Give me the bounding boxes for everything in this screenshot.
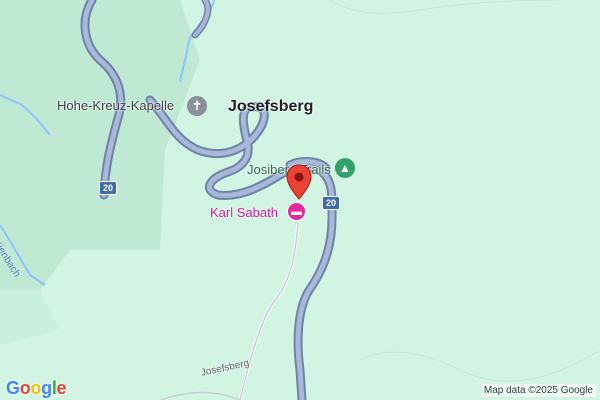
town-label[interactable]: Josefsberg <box>228 98 313 116</box>
map-canvas[interactable]: 20 20 Hohe-Kreuz-Kapelle ✝ Josefsberg Jo… <box>0 0 600 400</box>
map-attribution[interactable]: Map data ©2025 Google <box>480 384 596 397</box>
logo-letter: G <box>6 378 20 398</box>
hotel-label[interactable]: Karl Sabath <box>210 205 278 220</box>
location-pin-icon[interactable] <box>286 164 312 200</box>
map-base-layer <box>0 0 600 400</box>
google-logo[interactable]: Google <box>6 378 67 399</box>
bed-icon[interactable]: ▬ <box>287 202 306 221</box>
logo-letter: g <box>41 378 52 398</box>
logo-letter: o <box>19 378 31 398</box>
pine-tree-icon[interactable]: ▲ <box>335 158 355 178</box>
chapel-label[interactable]: Hohe-Kreuz-Kapelle <box>57 98 174 113</box>
church-cross-icon[interactable]: ✝ <box>187 96 207 116</box>
route-shield: 20 <box>322 196 341 210</box>
route-shield: 20 <box>99 181 118 195</box>
logo-letter: o <box>30 378 42 398</box>
logo-letter: e <box>56 378 67 398</box>
